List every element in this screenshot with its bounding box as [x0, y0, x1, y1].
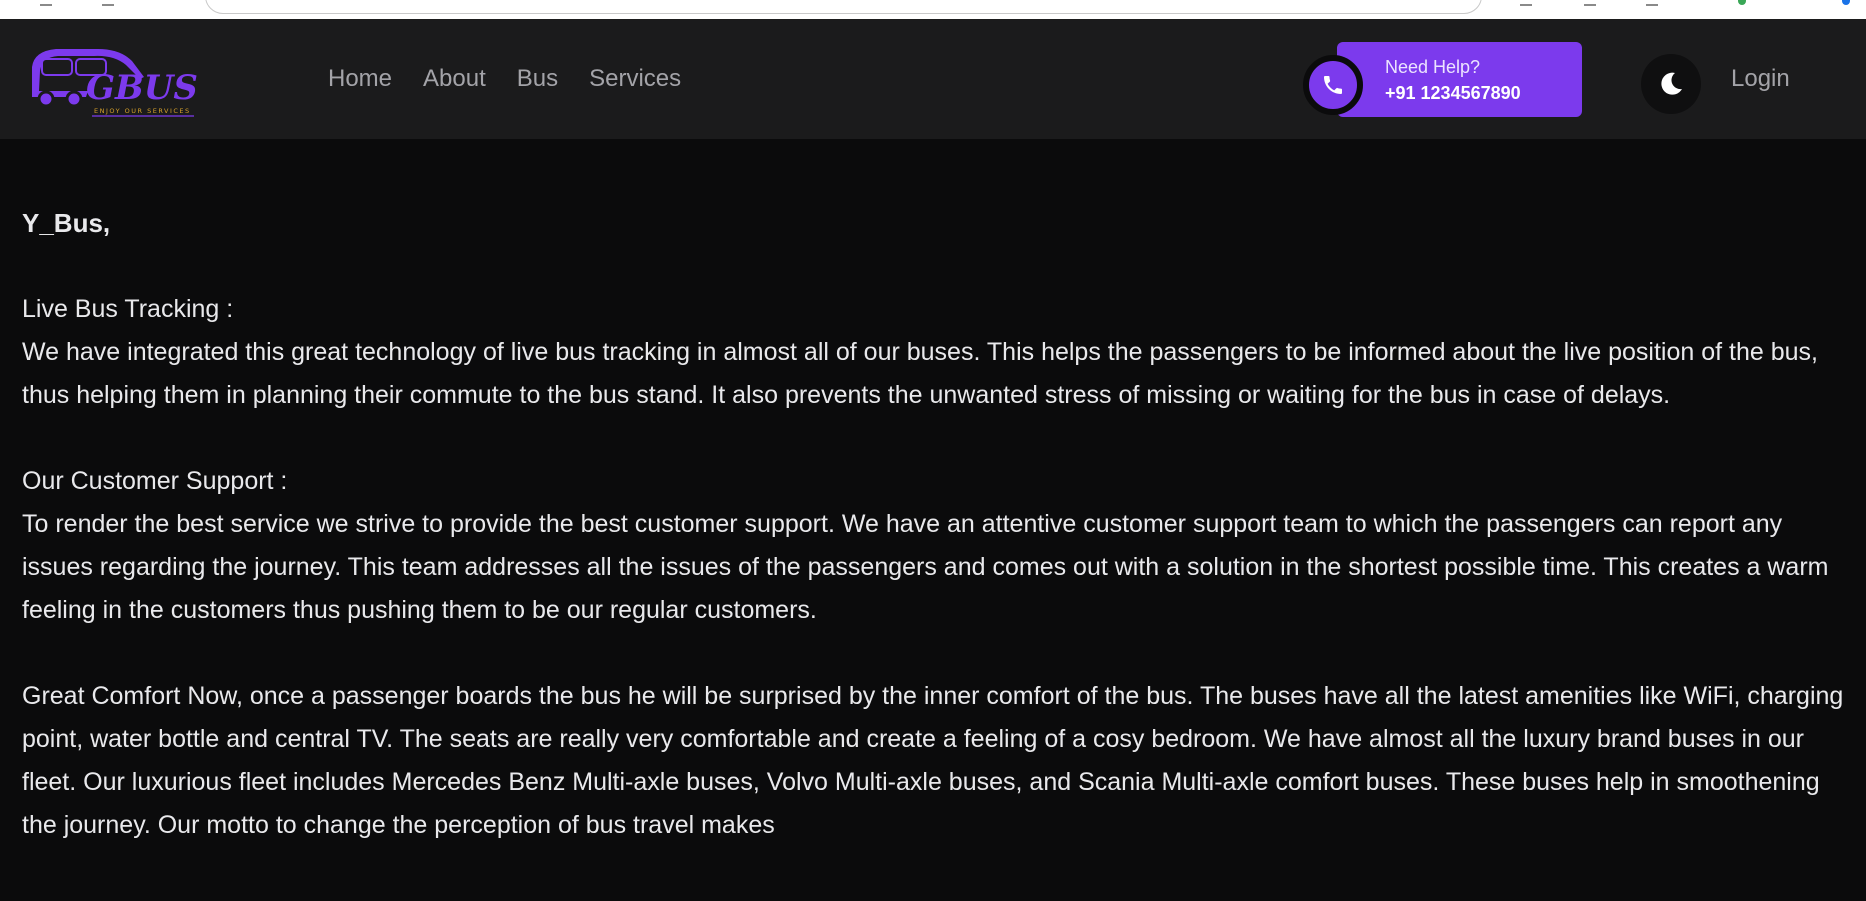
logo-tagline: ENJOY OUR SERVICES [94, 107, 191, 115]
live-tracking-section: Live Bus Tracking : We have integrated t… [22, 288, 1852, 417]
phone-glyph [1324, 76, 1342, 94]
gbus-logo[interactable]: GBUS ENJOY OUR SERVICES [28, 43, 198, 119]
nav-link-about[interactable]: About [423, 65, 486, 93]
help-phone-number[interactable]: +91 1234567890 [1385, 80, 1582, 106]
customer-support-heading: Our Customer Support : [22, 467, 288, 495]
services-content: Y_Bus, Live Bus Tracking : We have integ… [22, 139, 1852, 847]
customer-support-section: Our Customer Support : To render the bes… [22, 460, 1852, 632]
comfort-section: Great Comfort Now, once a passenger boar… [22, 675, 1852, 847]
browser-nav-icon[interactable] [40, 0, 52, 6]
moon-icon [1661, 72, 1682, 95]
nav-link-bus[interactable]: Bus [517, 65, 558, 93]
nav-link-home[interactable]: Home [328, 65, 392, 93]
browser-extension-icon[interactable] [1646, 0, 1658, 6]
browser-toolbar-edge [0, 0, 1866, 19]
live-tracking-heading: Live Bus Tracking : [22, 295, 234, 323]
browser-extension-icon[interactable] [1738, 0, 1746, 5]
browser-extension-icon[interactable] [1584, 0, 1596, 6]
live-tracking-text: We have integrated this great technology… [22, 338, 1818, 409]
login-link[interactable]: Login [1731, 65, 1790, 93]
page-greeting: Y_Bus, [22, 208, 111, 238]
nav-link-services[interactable]: Services [589, 65, 681, 93]
browser-profile-icon[interactable] [1842, 0, 1850, 5]
site-header: GBUS ENJOY OUR SERVICES Home About Bus S… [0, 19, 1866, 139]
main-nav: Home About Bus Services [328, 19, 712, 139]
phone-icon[interactable] [1303, 55, 1363, 115]
customer-support-text: To render the best service we strive to … [22, 510, 1829, 624]
browser-extension-icon[interactable] [1520, 0, 1532, 6]
browser-nav-icon[interactable] [102, 0, 114, 6]
need-help-label: Need Help? [1385, 57, 1481, 77]
comfort-text: Great Comfort Now, once a passenger boar… [22, 682, 1844, 839]
need-help-box[interactable]: Need Help? +91 1234567890 [1337, 42, 1582, 117]
bus-logo-icon: GBUS ENJOY OUR SERVICES [32, 49, 198, 117]
logo-text: GBUS [86, 68, 198, 108]
address-bar[interactable] [205, 0, 1482, 14]
dark-mode-toggle[interactable] [1641, 54, 1701, 114]
